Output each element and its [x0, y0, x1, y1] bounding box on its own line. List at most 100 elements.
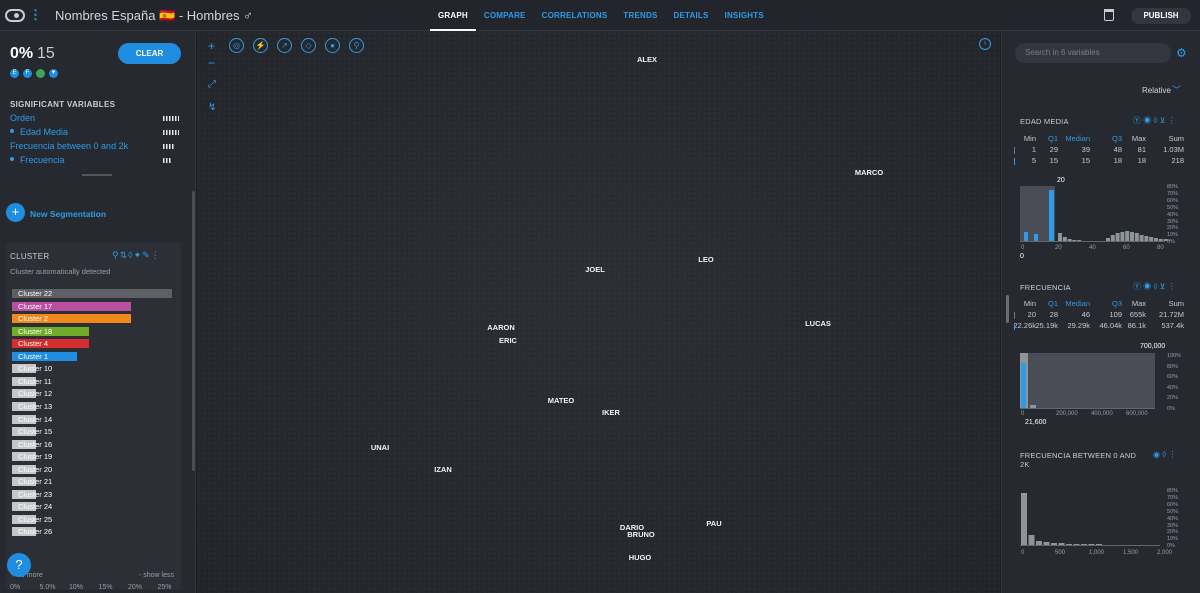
sig-var-orden[interactable]: Orden — [10, 113, 35, 123]
cluster-label: Cluster 17 — [18, 301, 53, 311]
drop-icon[interactable]: ◊ — [1153, 282, 1157, 291]
search-icon[interactable]: ⚲ — [349, 38, 364, 53]
clear-button[interactable]: CLEAR — [118, 43, 181, 64]
frecuencia-range-histogram[interactable] — [1020, 490, 1165, 550]
target-icon[interactable]: ◎ — [229, 38, 244, 53]
frecuencia-range-card: FRECUENCIA BETWEEN 0 AND 2K ◉ ◊ ⋮ 80% 70%… — [1012, 450, 1192, 590]
more-icon[interactable]: ⋮ — [151, 250, 161, 260]
right-scrollbar[interactable] — [1006, 295, 1009, 323]
publish-button[interactable]: PUBLISH — [1131, 8, 1191, 24]
graph-canvas[interactable] — [197, 31, 1000, 593]
node-label[interactable]: BRUNO — [627, 530, 655, 539]
y-tick: 0% — [1167, 239, 1175, 246]
stat-header: Sum — [1168, 134, 1184, 143]
tab-trends[interactable]: TRENDS — [615, 0, 665, 31]
node-label[interactable]: MATEO — [548, 396, 575, 405]
export-icon[interactable]: ↗ — [277, 38, 292, 53]
cluster-icon[interactable] — [36, 69, 45, 78]
sig-var-frecuencia-range[interactable]: Frecuencia between 0 and 2k — [10, 141, 128, 151]
cluster-label: Cluster 26 — [18, 527, 53, 537]
layout-icon[interactable]: ↯ — [208, 102, 216, 113]
node-label[interactable]: ERIC — [499, 336, 517, 345]
drop-icon[interactable]: ◊ — [1162, 450, 1166, 459]
node-label[interactable]: PAU — [706, 519, 721, 528]
cluster-axis-tick: 10% — [69, 584, 84, 591]
node-label[interactable]: UNAI — [371, 443, 389, 452]
new-segmentation-link[interactable]: New Segmentation — [30, 209, 106, 219]
node-label[interactable]: ALEX — [637, 55, 657, 64]
tab-insights[interactable]: INSIGHTS — [717, 0, 772, 31]
fit-screen-icon[interactable]: ⤢ — [208, 79, 216, 90]
cluster-axis-tick: 25% — [157, 584, 172, 591]
tab-graph[interactable]: GRAPH — [430, 0, 476, 31]
hist-bar-selected — [1021, 363, 1026, 408]
more-icon[interactable]: ⋮ — [1168, 282, 1176, 291]
node-label[interactable]: LEO — [698, 255, 713, 264]
node-label[interactable]: MARCO — [855, 168, 883, 177]
node-label[interactable]: IKER — [602, 408, 620, 417]
significance-bars-icon — [163, 130, 179, 135]
hist-bar — [1106, 238, 1110, 241]
funnel-off-icon[interactable]: ⊻ — [1160, 116, 1166, 125]
stat-header: Q3 — [1111, 134, 1122, 143]
filter-f-icon[interactable]: F — [23, 69, 32, 78]
hist-bar — [1110, 235, 1115, 241]
search-icon[interactable]: ⚲ — [112, 250, 120, 260]
filter-e-icon[interactable]: E — [10, 69, 19, 78]
more-icon[interactable]: ⋮ — [1168, 450, 1176, 459]
wand-icon[interactable]: ⚡ — [253, 38, 268, 53]
gear-icon[interactable]: ⚙ — [1176, 46, 1187, 60]
edit-icon[interactable]: ✎ — [142, 250, 151, 260]
cluster-label: Cluster 16 — [18, 439, 53, 449]
chevron-down-icon[interactable]: ﹀ — [1172, 83, 1181, 96]
cluster-label: Cluster 14 — [18, 414, 53, 424]
filter-funnel-icon[interactable]: ▼ — [49, 69, 58, 78]
stat-value: 28 — [1049, 310, 1058, 319]
add-segmentation-icon[interactable]: + — [6, 203, 25, 222]
drop-icon[interactable]: ◊ — [1153, 116, 1157, 125]
node-label[interactable]: JOEL — [585, 265, 605, 274]
frecuencia-histogram[interactable] — [1020, 353, 1160, 411]
app-logo-icon[interactable] — [5, 9, 25, 22]
node-label[interactable]: IZAN — [434, 465, 452, 474]
show-less-link[interactable]: - show less — [139, 572, 174, 579]
info-icon[interactable]: i — [979, 38, 991, 50]
node-label[interactable]: LUCAS — [805, 319, 831, 328]
tag-icon[interactable]: ◇ — [301, 38, 316, 53]
variable-search-input[interactable]: Search in 6 variables — [1015, 43, 1171, 63]
zoom-out-icon[interactable]: − — [208, 56, 215, 70]
zoom-in-icon[interactable]: + — [208, 39, 215, 53]
filter-icon[interactable]: Ⓨ — [1133, 282, 1141, 291]
left-scrollbar[interactable] — [192, 191, 195, 471]
stat-value: 18 — [1137, 156, 1146, 165]
help-button[interactable]: ? — [7, 553, 31, 577]
sig-var-frecuencia[interactable]: Frecuencia — [20, 155, 65, 165]
trash-icon[interactable] — [1104, 9, 1114, 21]
tab-correlations[interactable]: CORRELATIONS — [534, 0, 616, 31]
node-label[interactable]: AARON — [487, 323, 515, 332]
hist-bar — [1030, 405, 1036, 408]
cluster-label: Cluster 13 — [18, 401, 53, 411]
palette-icon[interactable]: ◉ — [1153, 450, 1160, 459]
y-tick: 0% — [1167, 405, 1175, 412]
palette-icon[interactable]: ◉ — [1143, 282, 1151, 291]
series-marker — [1014, 147, 1015, 154]
sort-icon[interactable]: ⇅ — [120, 250, 129, 260]
tab-details[interactable]: DETAILS — [666, 0, 717, 31]
cluster-subtitle: Cluster automatically detected — [10, 267, 111, 276]
funnel-off-icon[interactable]: ⊻ — [1160, 282, 1166, 291]
node-label[interactable]: HUGO — [629, 553, 652, 562]
more-icon[interactable]: ⋮ — [1168, 116, 1176, 125]
mode-select[interactable]: Relative — [1142, 86, 1171, 95]
sig-var-edad-media[interactable]: Edad Media — [20, 127, 68, 137]
hist-bar — [1154, 238, 1158, 241]
pin-icon[interactable]: ✦ — [134, 250, 143, 260]
filter-icon[interactable]: Ⓨ — [1133, 116, 1141, 125]
x-tick: 40 — [1089, 245, 1096, 251]
palette-icon[interactable]: ◉ — [1143, 116, 1151, 125]
y-tick: 40% — [1167, 384, 1179, 391]
palette-icon[interactable]: ● — [325, 38, 340, 53]
edad-histogram[interactable] — [1020, 186, 1170, 246]
menu-kebab-icon[interactable]: ⋮ — [29, 7, 42, 23]
tab-compare[interactable]: COMPARE — [476, 0, 534, 31]
